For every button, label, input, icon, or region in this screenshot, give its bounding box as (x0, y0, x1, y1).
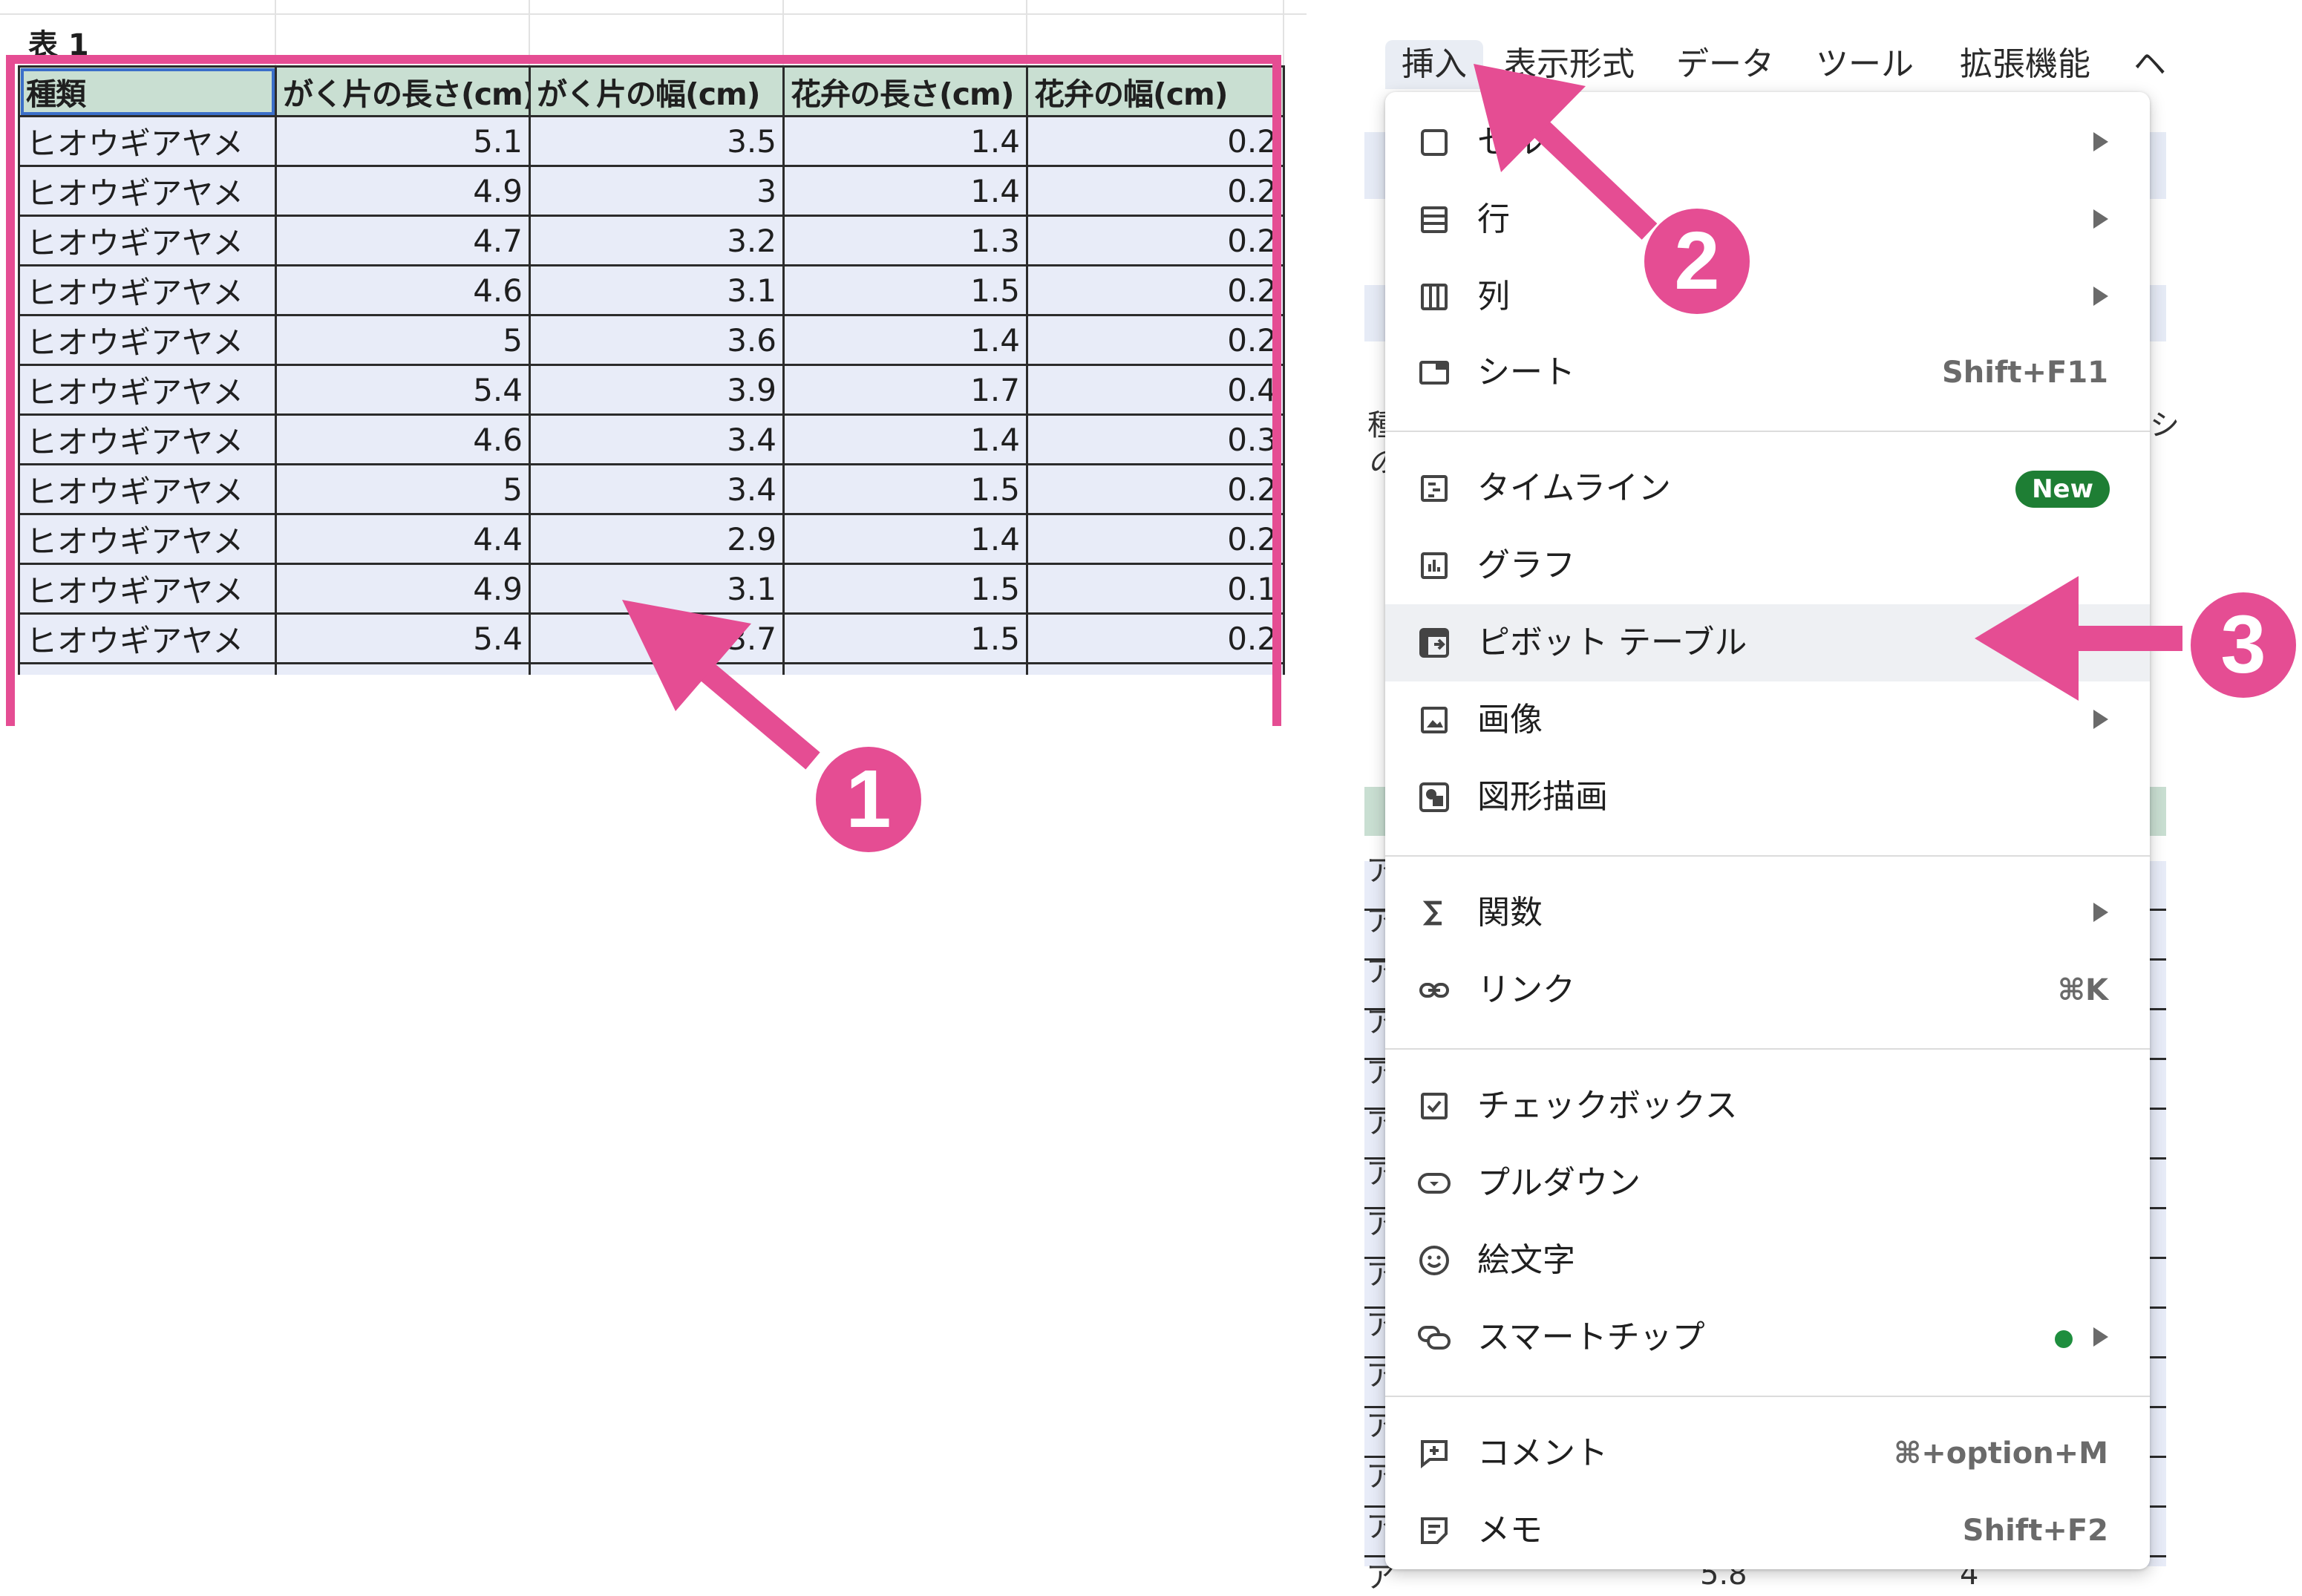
menu-bar: 挿入 表示形式 データ ツール 拡張機能 ヘ (1364, 27, 2166, 101)
comment-icon (1421, 1440, 1448, 1469)
sheet-icon (1419, 361, 1449, 385)
menu-item-columns[interactable]: 列 (1385, 258, 2150, 336)
menu-item-label: リンク (1477, 971, 1575, 1009)
menu-item-chart[interactable]: グラフ (1385, 527, 2150, 604)
menu-item-shortcut: ⌘K (2057, 973, 2108, 1007)
grid-line (0, 13, 1307, 15)
submenu-arrow-icon (2093, 209, 2108, 229)
image-icon (1421, 707, 1448, 733)
menu-item-label: 関数 (1477, 894, 1543, 932)
selection-highlight-edge (6, 668, 15, 726)
emoji-icon (1419, 1246, 1449, 1275)
menu-help[interactable]: ヘ (2117, 40, 2182, 89)
step-3-badge: 3 (2191, 592, 2296, 698)
selection-highlight (6, 55, 1281, 726)
menu-item-label: シート (1477, 353, 1575, 391)
selection-highlight-edge (1272, 668, 1281, 726)
sigma-icon (1422, 900, 1442, 926)
submenu-arrow-icon (2093, 903, 2108, 922)
menu-insert[interactable]: 挿入 (1385, 40, 1483, 89)
menu-item-shortcut: Shift+F2 (1962, 1514, 2108, 1548)
menu-item-sheet[interactable]: シート Shift+F11 (1385, 334, 2150, 411)
checkbox-icon (1421, 1093, 1448, 1119)
grid-line (1283, 0, 1284, 67)
submenu-arrow-icon (2093, 132, 2108, 151)
submenu-arrow-icon (2093, 287, 2108, 306)
chart-icon (1421, 552, 1448, 579)
insert-menu: セル 行 列 シート Shift+F11 タイムライン New グラフ ピボット… (1385, 92, 2150, 1569)
menu-item-cells[interactable]: セル (1385, 104, 2150, 181)
smart-chip-icon (1418, 1326, 1451, 1350)
dropdown-icon (1418, 1173, 1451, 1194)
menu-item-emoji[interactable]: 絵文字 (1385, 1222, 2150, 1299)
menu-item-pivot-table[interactable]: ピボット テーブル (1385, 604, 2150, 681)
step-1-badge: 1 (816, 747, 921, 852)
menu-item-comment[interactable]: コメント ⌘+option+M (1385, 1415, 2150, 1492)
menu-item-function[interactable]: 関数 (1385, 874, 2150, 952)
spreadsheet-area: 表 1 種類 がく片の長さ(cm) がく片の幅(cm) 花弁の長さ(cm) 花弁… (0, 0, 1307, 726)
menu-item-label: 絵文字 (1477, 1241, 1575, 1279)
background-text: シ (2150, 408, 2180, 442)
menu-item-label: 画像 (1477, 701, 1543, 739)
drawing-icon (1419, 782, 1449, 812)
menu-format[interactable]: 表示形式 (1488, 40, 1651, 89)
menu-separator (1385, 1396, 2150, 1397)
menu-item-link[interactable]: リンク ⌘K (1385, 952, 2150, 1029)
menu-item-label: チェックボックス (1477, 1087, 1738, 1125)
menu-tools[interactable]: ツール (1799, 40, 1930, 89)
pivot-table-icon (1419, 628, 1449, 658)
menu-item-note[interactable]: メモ Shift+F2 (1385, 1492, 2150, 1569)
menu-item-shortcut: Shift+F11 (1941, 356, 2108, 390)
menu-item-drawing[interactable]: 図形描画 (1385, 759, 2150, 836)
columns-icon (1421, 284, 1448, 310)
menu-item-shortcut: ⌘+option+M (1894, 1436, 2108, 1471)
menu-item-label: コメント (1477, 1434, 1608, 1472)
menu-item-label: プルダウン (1477, 1164, 1641, 1202)
status-dot (2055, 1330, 2073, 1348)
menu-separator (1385, 431, 2150, 432)
menu-extensions[interactable]: 拡張機能 (1943, 40, 2107, 89)
menu-separator (1385, 1048, 2150, 1050)
submenu-arrow-icon (2093, 1327, 2108, 1347)
menu-data[interactable]: データ (1660, 40, 1791, 89)
menu-item-rows[interactable]: 行 (1385, 181, 2150, 258)
menu-item-label: 図形描画 (1477, 778, 1608, 816)
menu-item-timeline[interactable]: タイムライン New (1385, 450, 2150, 527)
submenu-arrow-icon (2093, 710, 2108, 729)
menu-item-label: タイムライン (1477, 469, 1671, 507)
menu-item-smart-chips[interactable]: スマートチップ (1385, 1299, 2150, 1376)
menu-item-image[interactable]: 画像 (1385, 681, 2150, 759)
note-icon (1421, 1517, 1448, 1544)
step-2-badge: 2 (1644, 209, 1750, 314)
cell-icon (1421, 129, 1448, 156)
menu-item-label: メモ (1477, 1511, 1543, 1549)
menu-item-label: 列 (1477, 278, 1510, 315)
menu-item-checkbox[interactable]: チェックボックス (1385, 1067, 2150, 1145)
menu-item-label: 行 (1477, 200, 1510, 238)
rows-icon (1421, 206, 1448, 233)
menu-item-label: セル (1477, 123, 1543, 161)
link-icon (1419, 983, 1449, 998)
new-badge: New (2015, 471, 2110, 508)
timeline-icon (1421, 475, 1448, 502)
menu-item-label: ピボット テーブル (1477, 624, 1747, 661)
menu-item-dropdown[interactable]: プルダウン (1385, 1145, 2150, 1222)
menu-item-label: スマートチップ (1477, 1318, 1705, 1356)
menu-separator (1385, 855, 2150, 857)
menu-item-label: グラフ (1477, 546, 1575, 584)
